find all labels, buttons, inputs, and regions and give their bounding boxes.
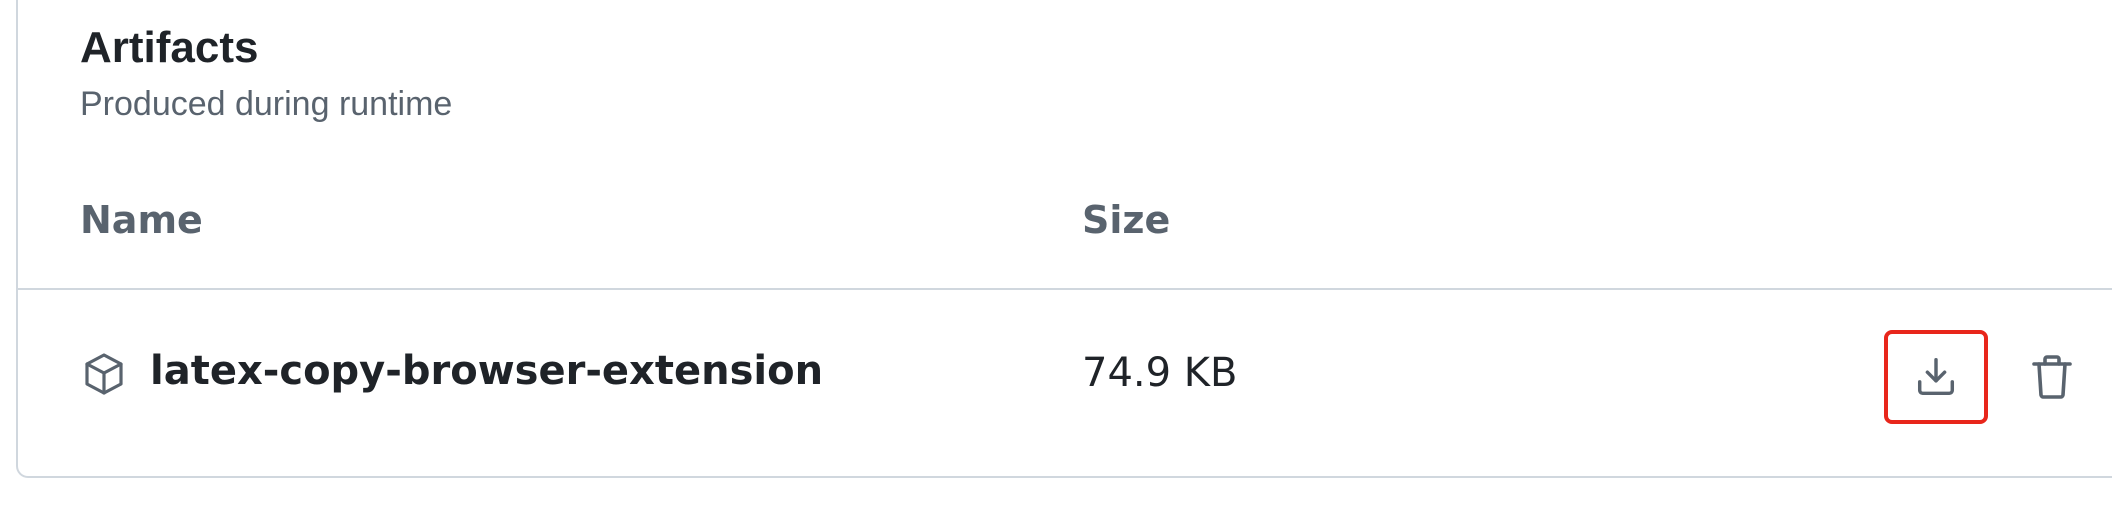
trash-icon [2030, 352, 2074, 402]
artifact-name-link[interactable]: latex-copy-browser-extension [150, 348, 823, 394]
download-icon [1913, 354, 1959, 400]
artifact-size: 74.9 KB [1082, 350, 1238, 396]
delete-button[interactable] [2012, 334, 2092, 420]
artifacts-card: Artifacts Produced during runtime Name S… [16, 0, 2112, 478]
artifact-row: latex-copy-browser-extension 74.9 KB [18, 290, 2112, 458]
artifacts-header: Artifacts Produced during runtime [80, 23, 453, 124]
download-button[interactable] [1884, 330, 1988, 424]
column-header-size: Size [1082, 198, 1171, 242]
column-header-name: Name [80, 198, 203, 242]
package-icon [80, 350, 128, 398]
section-subtitle: Produced during runtime [80, 85, 453, 124]
section-title: Artifacts [80, 23, 259, 72]
